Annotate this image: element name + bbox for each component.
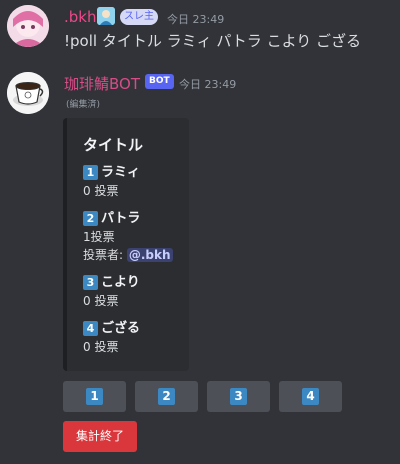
bot-tag: BOT (145, 74, 174, 89)
vote-button-4[interactable]: 4 (279, 381, 342, 412)
option-name: こより (101, 275, 140, 290)
poll-option-4: 4 ござる 0 投票 (83, 319, 140, 356)
poll-embed: タイトル 1 ラミィ 0 投票 2 パトラ 1投票 投票者: @.bkh 3 こより … (63, 118, 189, 371)
anime-avatar-icon (7, 5, 49, 47)
role-tag: スレ主 (120, 9, 158, 25)
message-content: !poll タイトル ラミィ パトラ こより ござる (64, 32, 362, 50)
keycap-4-icon: 4 (83, 321, 98, 336)
option-name: パトラ (101, 211, 141, 226)
keycap-3-icon: 3 (83, 275, 98, 290)
coffee-cup-icon (7, 72, 49, 114)
bot-username[interactable]: 珈琲鯖BOT (64, 73, 140, 94)
poll-option-1: 1 ラミィ 0 投票 (83, 163, 140, 200)
option-votes: 0 投票 (83, 184, 119, 198)
option-name: ラミィ (101, 165, 141, 180)
poll-option-3: 3 こより 0 投票 (83, 273, 140, 310)
user-avatar[interactable] (7, 5, 49, 47)
role-icon (97, 7, 115, 25)
user-mention[interactable]: @.bkh (126, 248, 173, 262)
vote-button-3[interactable]: 3 (207, 381, 270, 412)
vote-button-1[interactable]: 1 (63, 381, 126, 412)
keycap-3-icon: 3 (230, 388, 247, 405)
keycap-1-icon: 1 (86, 388, 103, 405)
vote-button-2[interactable]: 2 (135, 381, 198, 412)
embed-title: タイトル (83, 136, 144, 154)
voters-line: 投票者: @.bkh (83, 246, 173, 264)
option-votes: 0 投票 (83, 340, 119, 354)
keycap-2-icon: 2 (158, 388, 175, 405)
option-votes: 0 投票 (83, 294, 119, 308)
username[interactable]: .bkh (64, 8, 96, 26)
end-poll-button[interactable]: 集計終了 (63, 421, 137, 452)
timestamp: 今日 23:49 (167, 13, 225, 26)
voters-label: 投票者: (83, 248, 124, 262)
option-votes: 1投票 (83, 230, 115, 244)
keycap-2-icon: 2 (83, 211, 98, 226)
bot-avatar[interactable] (7, 72, 49, 114)
keycap-4-icon: 4 (302, 388, 319, 405)
edited-label: (編集済) (66, 100, 101, 110)
timestamp: 今日 23:49 (179, 78, 237, 91)
keycap-1-icon: 1 (83, 165, 98, 180)
option-name: ござる (101, 321, 141, 336)
poll-option-2: 2 パトラ 1投票 投票者: @.bkh (83, 209, 173, 264)
